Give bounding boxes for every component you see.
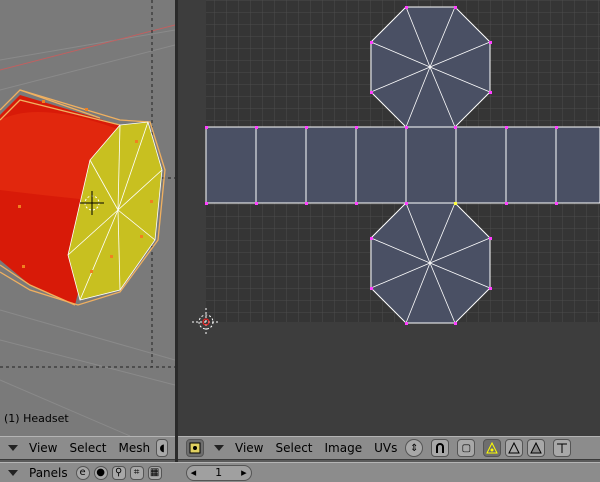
3d-viewport[interactable]: (1) Headset bbox=[0, 0, 175, 436]
increment-icon[interactable]: ▸ bbox=[241, 466, 247, 479]
menu-image[interactable]: Image bbox=[325, 441, 363, 455]
decrement-icon[interactable]: ◂ bbox=[191, 466, 197, 479]
x-axis-line bbox=[0, 24, 175, 71]
object-icon[interactable]: ⚲ bbox=[111, 465, 126, 480]
menu-panels[interactable]: Panels bbox=[29, 466, 68, 480]
scene-icon[interactable]: e bbox=[75, 465, 90, 480]
edge-mode-icon[interactable] bbox=[505, 439, 524, 457]
vertex-mode-icon[interactable] bbox=[483, 439, 502, 457]
uv-island-top bbox=[370, 6, 491, 128]
render-icon[interactable]: ▦ bbox=[147, 465, 162, 480]
header-collapse-icon[interactable] bbox=[8, 445, 18, 451]
header-collapse-icon[interactable] bbox=[8, 469, 18, 476]
menu-view[interactable]: View bbox=[29, 441, 57, 455]
3d-view-header: View Select Mesh ◖ bbox=[0, 436, 175, 460]
image-editor-icon[interactable] bbox=[186, 439, 204, 457]
menu-view[interactable]: View bbox=[235, 441, 263, 455]
object-name-label: (1) Headset bbox=[4, 412, 69, 425]
edit-icon[interactable]: ⌗ bbox=[129, 465, 144, 480]
header-collapse-icon[interactable] bbox=[214, 445, 224, 451]
uv-island-strip bbox=[205, 126, 600, 204]
frame-number-field[interactable]: ◂ 1 ▸ bbox=[185, 464, 252, 481]
material-icon[interactable]: ● bbox=[93, 465, 108, 480]
face-mode-icon[interactable] bbox=[527, 439, 546, 457]
uv-editor-viewport[interactable] bbox=[178, 0, 600, 436]
buttons-window-header: Panels e ● ⚲ ⌗ ▦ ◂ 1 ▸ bbox=[0, 462, 600, 482]
mode-selector-icon[interactable]: ◖ bbox=[156, 439, 169, 457]
menu-mesh[interactable]: Mesh bbox=[119, 441, 151, 455]
cursor-icon[interactable] bbox=[553, 439, 572, 457]
magnet-icon[interactable] bbox=[431, 439, 450, 457]
uv-island-bottom bbox=[370, 202, 491, 324]
uv-active-vertex bbox=[454, 202, 457, 205]
menu-select[interactable]: Select bbox=[69, 441, 106, 455]
uv-select-mode-icon[interactable]: ▢ bbox=[457, 439, 476, 457]
uv-canvas bbox=[192, 0, 600, 336]
3d-scene bbox=[0, 0, 175, 436]
menu-select[interactable]: Select bbox=[275, 441, 312, 455]
sync-icon[interactable]: ⇕ bbox=[405, 439, 424, 457]
menu-uvs[interactable]: UVs bbox=[374, 441, 397, 455]
uv-editor-header: View Select Image UVs ⇕ ▢ bbox=[178, 436, 600, 460]
frame-value: 1 bbox=[215, 466, 223, 479]
